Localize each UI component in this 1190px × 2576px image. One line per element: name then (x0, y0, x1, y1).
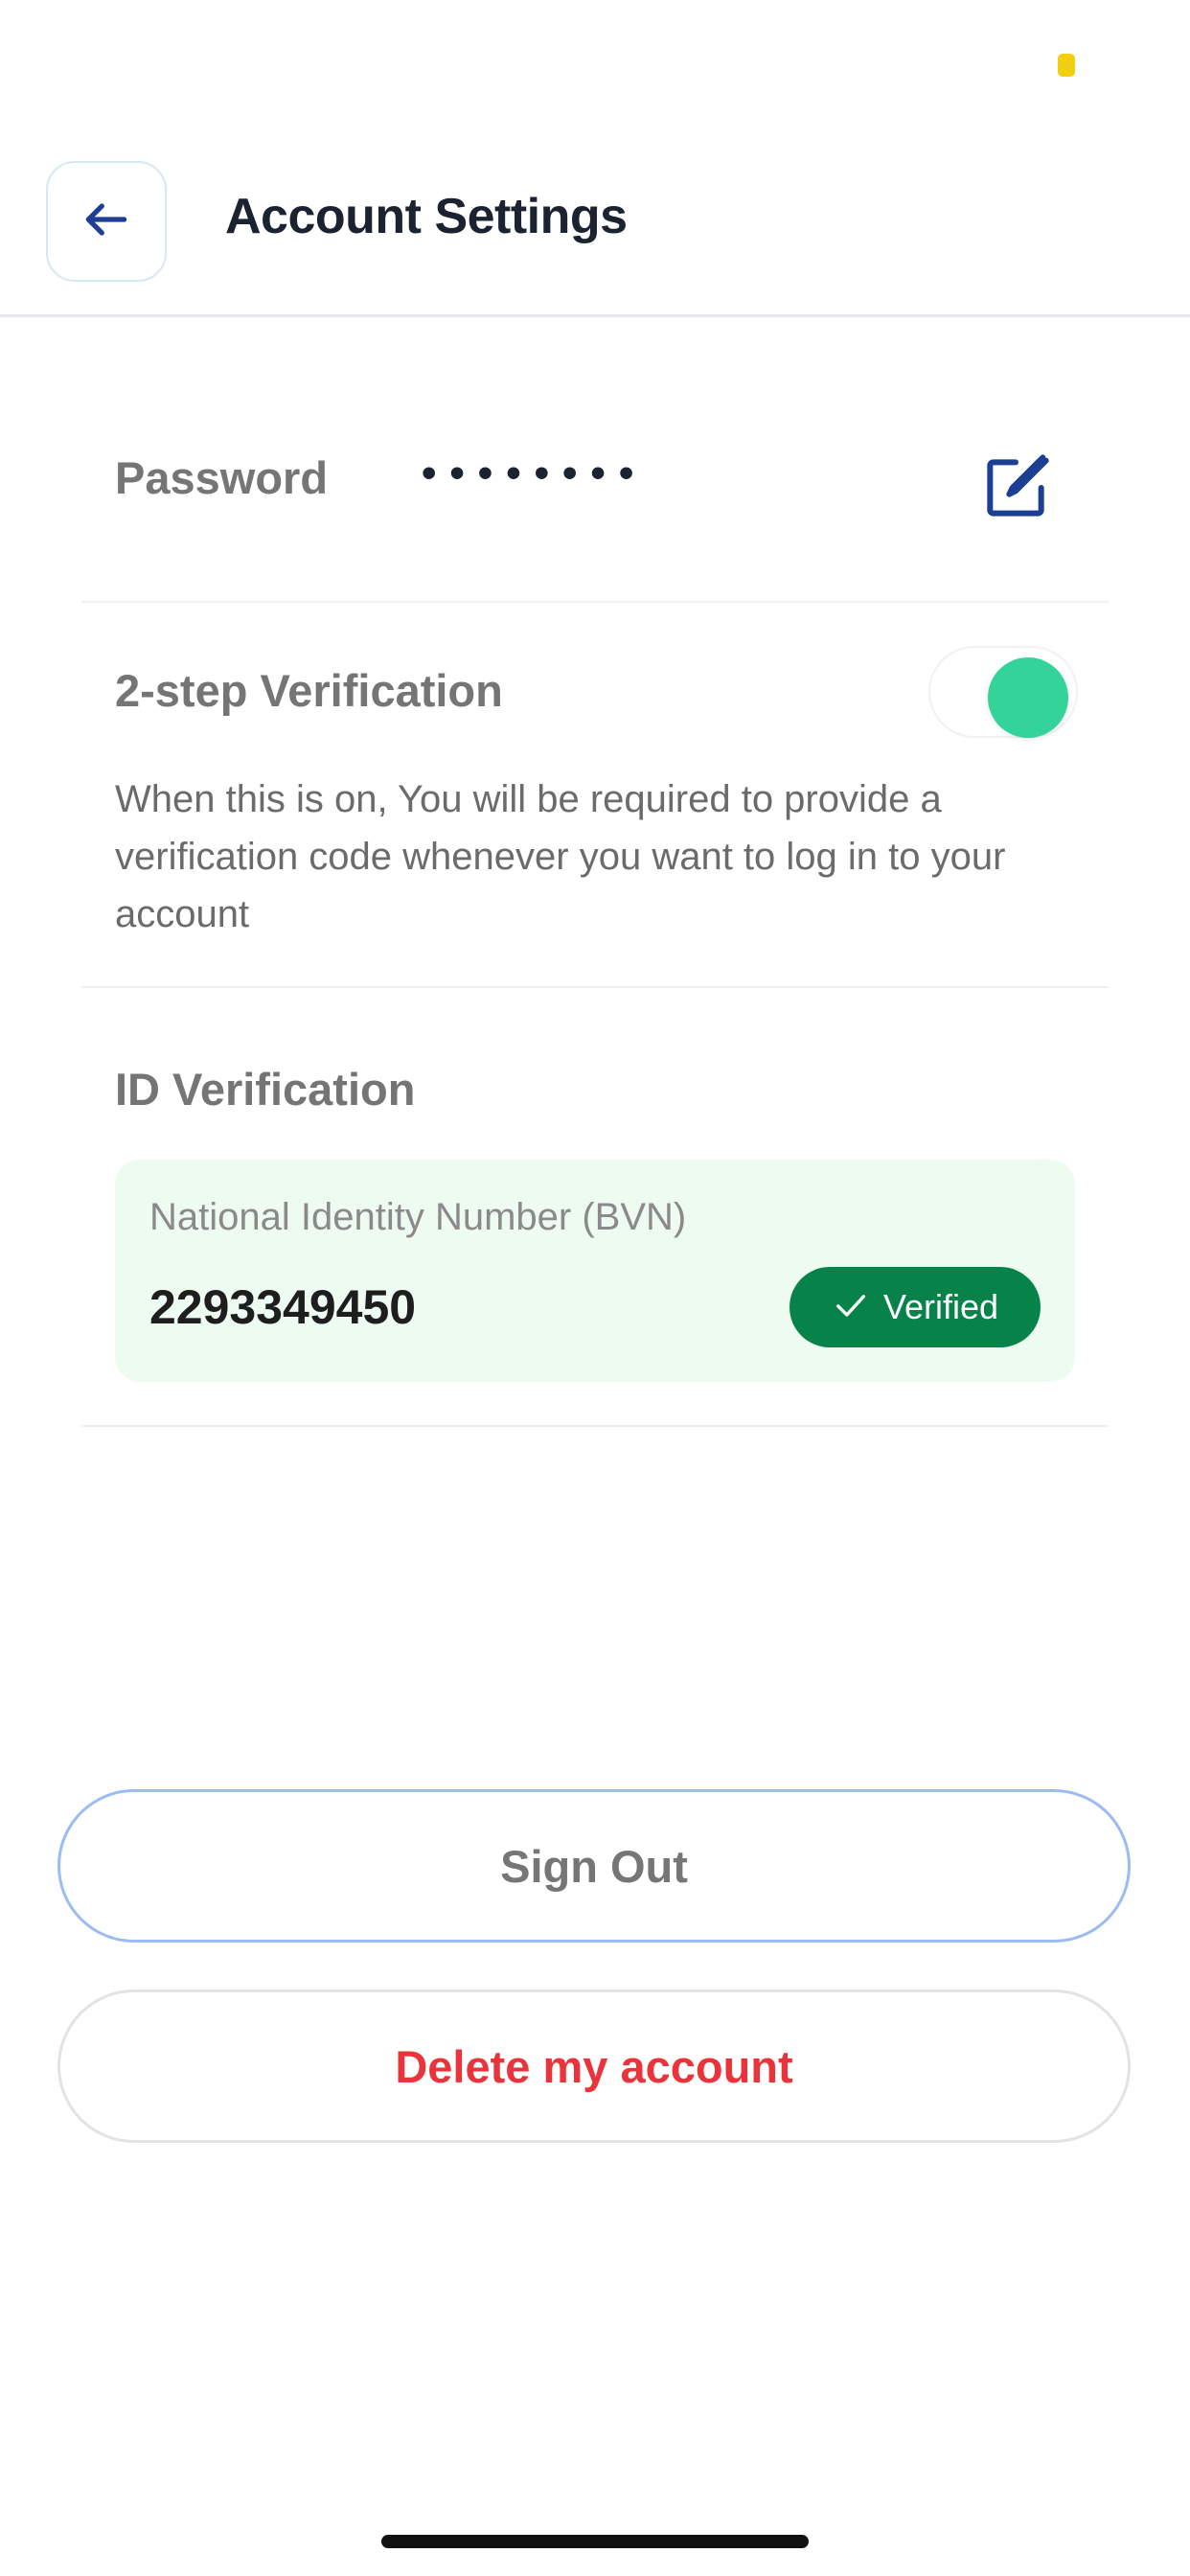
id-verification-section: ID Verification National Identity Number… (81, 988, 1109, 1427)
header: Account Settings (0, 0, 1190, 317)
two-step-verification-row: 2-step Verification When this is on, You… (81, 603, 1109, 988)
account-settings-screen: Account Settings Password •••••••• 2-ste… (0, 0, 1190, 2576)
two-step-description: When this is on, You will be required to… (115, 778, 1006, 935)
password-masked-value: •••••••• (422, 449, 648, 496)
home-indicator (381, 2535, 809, 2548)
delete-account-button[interactable]: Delete my account (57, 1990, 1131, 2143)
two-step-label: 2-step Verification (115, 665, 503, 716)
id-verification-heading: ID Verification (115, 1064, 416, 1115)
sign-out-button[interactable]: Sign Out (57, 1789, 1131, 1943)
back-button[interactable] (46, 161, 167, 282)
id-card: National Identity Number (BVN) 229334945… (115, 1160, 1075, 1382)
password-label: Password (115, 452, 329, 503)
toggle-knob (988, 657, 1068, 738)
edit-icon (977, 454, 1054, 530)
id-number: 2293349450 (149, 1280, 417, 1334)
id-card-label: National Identity Number (BVN) (149, 1196, 687, 1238)
page-title: Account Settings (225, 189, 628, 244)
verified-badge: Verified (790, 1267, 1041, 1347)
check-icon (832, 1286, 870, 1329)
verified-status-text: Verified (882, 1287, 999, 1326)
arrow-left-icon (80, 193, 133, 251)
password-row: Password •••••••• (81, 317, 1109, 603)
edit-password-button[interactable] (977, 449, 1054, 526)
two-step-toggle[interactable] (928, 646, 1078, 738)
